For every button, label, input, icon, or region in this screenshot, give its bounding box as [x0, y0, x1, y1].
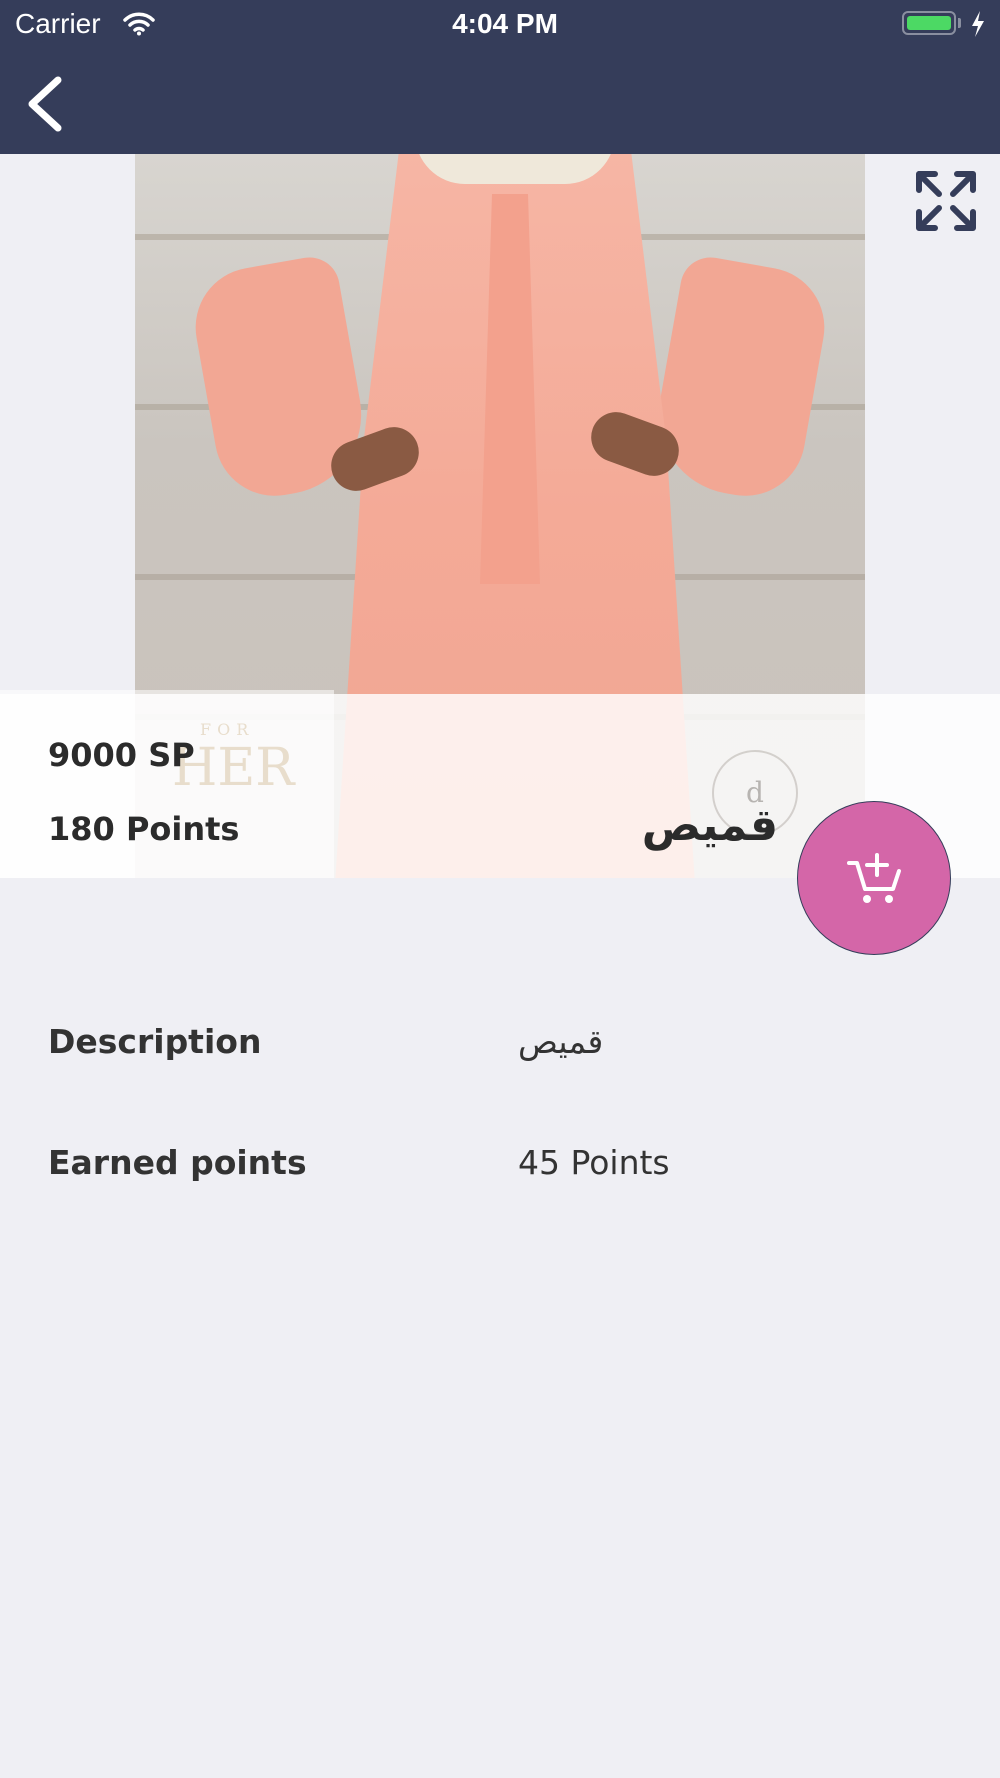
- product-name: قميص: [641, 800, 778, 851]
- description-label: Description: [48, 1022, 262, 1061]
- battery-tip: [958, 18, 961, 28]
- earned-points-label: Earned points: [48, 1143, 307, 1182]
- battery-icon: [902, 11, 956, 35]
- back-button[interactable]: [18, 72, 78, 134]
- earned-points-value: 45 Points: [518, 1143, 670, 1182]
- product-price: 9000 SP: [48, 736, 195, 774]
- expand-arrows-icon[interactable]: [913, 168, 979, 234]
- navigation-bar: [0, 52, 1000, 154]
- charging-bolt-icon: [972, 11, 984, 37]
- description-value: قميص: [518, 1022, 604, 1061]
- product-points: 180 Points: [48, 810, 240, 848]
- add-to-cart-button[interactable]: [797, 801, 951, 955]
- add-to-cart-icon: [847, 853, 901, 903]
- chevron-left-icon: [28, 76, 62, 132]
- clock: 4:04 PM: [452, 8, 558, 39]
- status-bar: Carrier 4:04 PM: [0, 0, 1000, 52]
